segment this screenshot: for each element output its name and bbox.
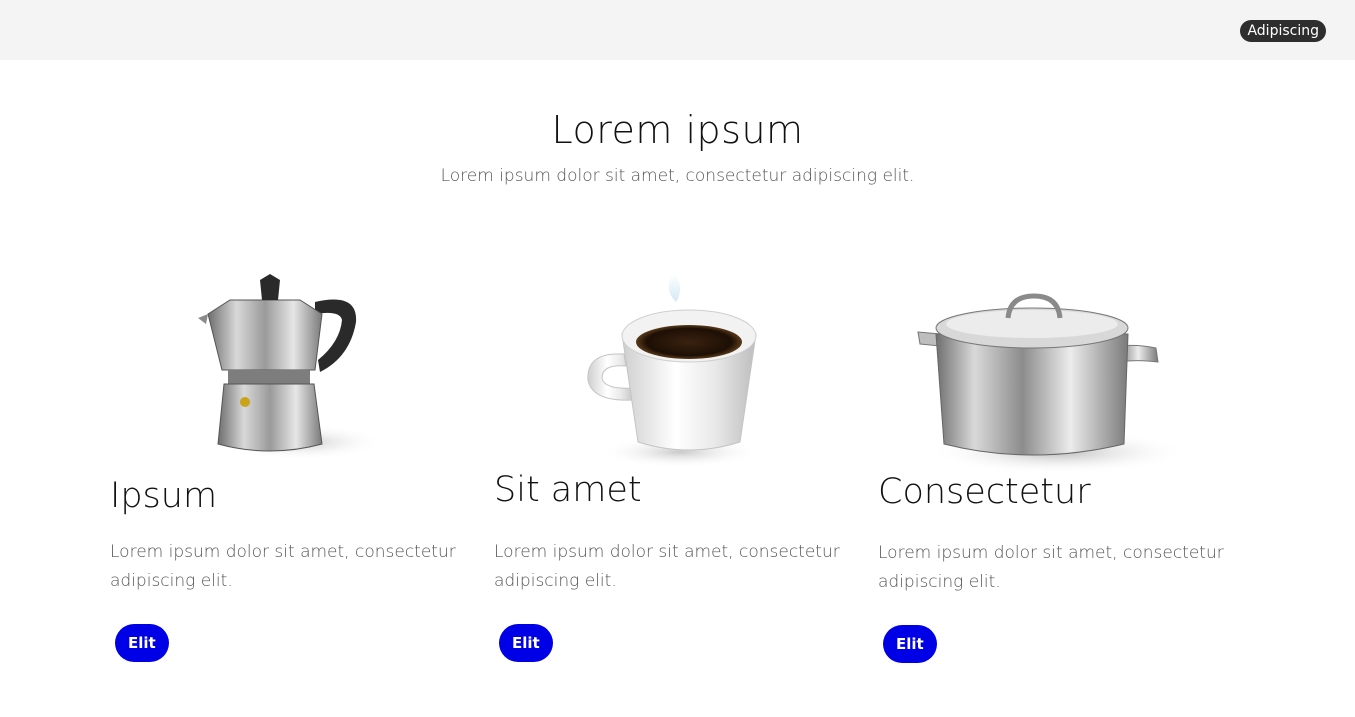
nav-link-adipiscing[interactable]: Adipiscing	[1240, 20, 1326, 42]
elit-button[interactable]: Elit	[499, 624, 553, 662]
card-description: Lorem ipsum dolor sit amet, consectetur …	[110, 542, 456, 591]
card-title: Consectetur	[878, 472, 1091, 512]
elit-button[interactable]: Elit	[115, 624, 169, 662]
card-title: Ipsum	[110, 476, 218, 516]
page-subtitle: Lorem ipsum dolor sit amet, consectetur …	[440, 166, 915, 186]
elit-button[interactable]: Elit	[883, 625, 937, 663]
feature-card-ipsum: Ipsum Lorem ipsum dolor sit amet, consec…	[110, 262, 476, 662]
top-navbar: Adipiscing	[0, 0, 1355, 60]
card-description: Lorem ipsum dolor sit amet, consectetur …	[878, 543, 1224, 592]
card-description: Lorem ipsum dolor sit amet, consectetur …	[494, 542, 840, 591]
feature-card-consectetur: Consectetur Lorem ipsum dolor sit amet, …	[878, 262, 1244, 663]
cooking-pot-image	[878, 262, 1244, 472]
coffee-cup-image	[494, 262, 860, 472]
card-title: Sit amet	[494, 470, 642, 510]
page-title: Lorem ipsum	[551, 108, 804, 152]
feature-card-sit-amet: Sit amet Lorem ipsum dolor sit amet, con…	[494, 262, 860, 662]
hero-section: Lorem ipsum Lorem ipsum dolor sit amet, …	[0, 108, 1355, 186]
moka-pot-image	[110, 262, 476, 472]
